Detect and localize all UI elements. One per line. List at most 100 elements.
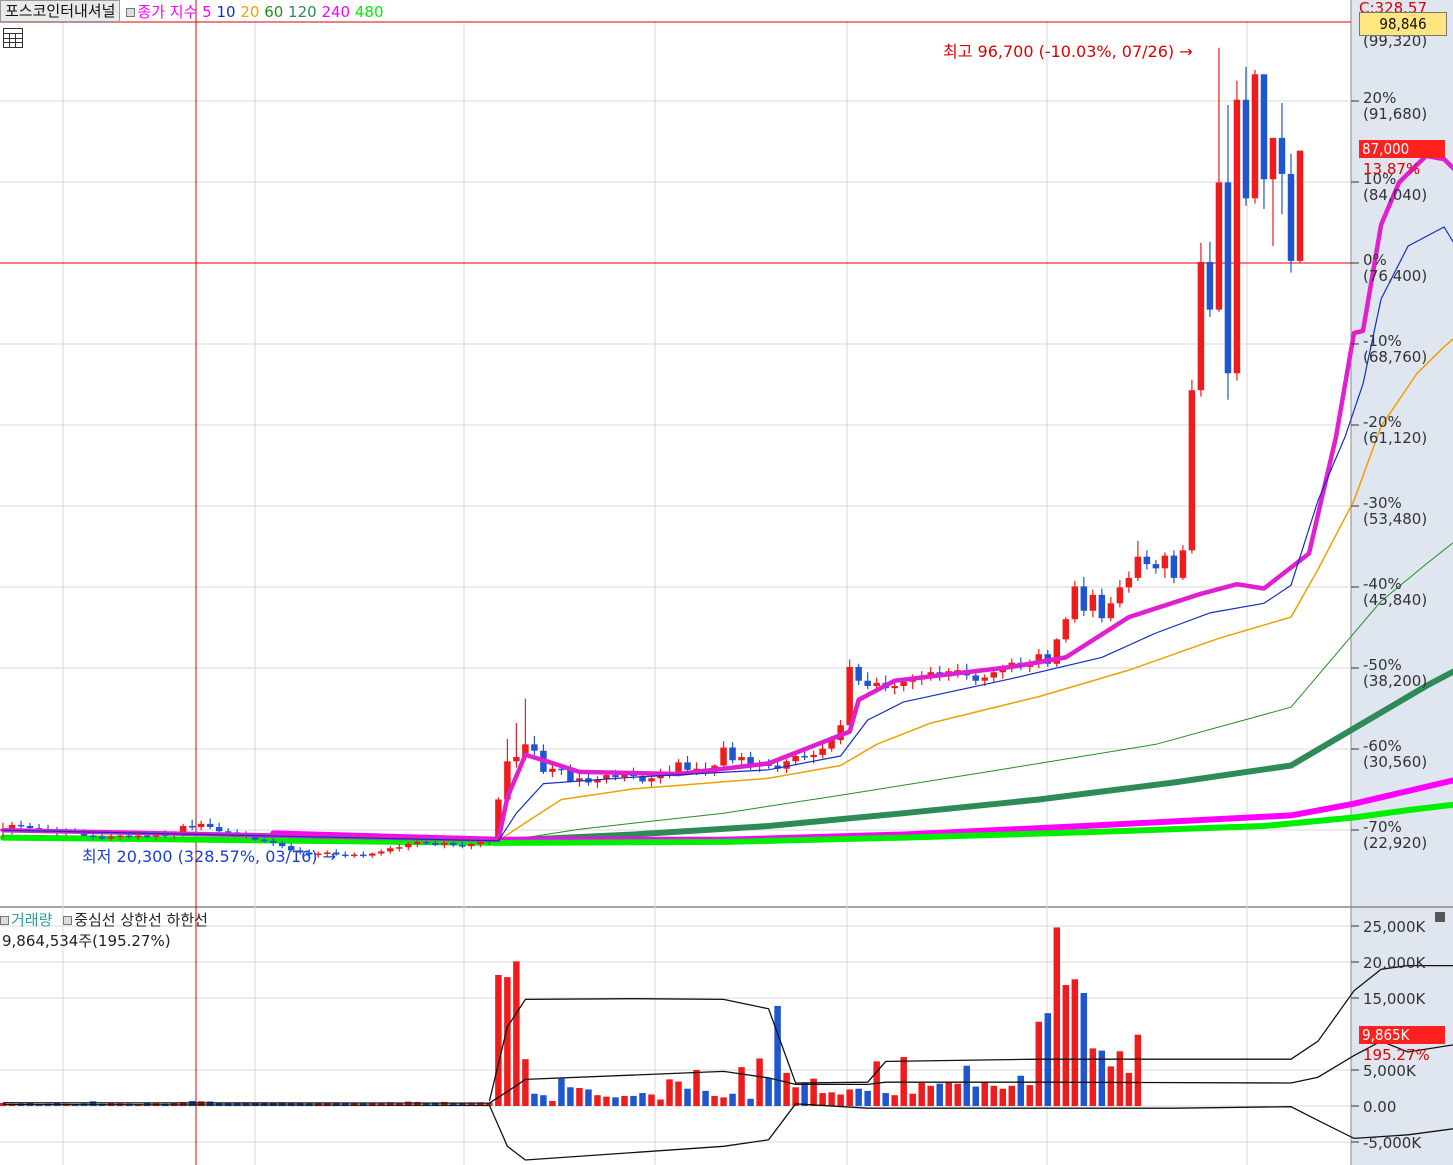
candle-body — [1161, 555, 1169, 569]
candle-body — [612, 775, 619, 778]
band-upper-label[interactable]: 상한선 — [120, 911, 161, 929]
candle-body — [107, 836, 115, 839]
current-price-badge: 87,000 — [1359, 140, 1445, 158]
candle-body — [990, 672, 998, 678]
candle — [1116, 580, 1124, 608]
volume-bar — [1134, 1034, 1142, 1106]
volume-bar — [1071, 979, 1079, 1106]
candle — [585, 772, 592, 786]
candle-body — [1215, 182, 1223, 310]
price-tick-value: (30,560) — [1363, 753, 1427, 771]
volume-bar — [936, 1083, 943, 1106]
volume-bar — [1008, 1085, 1016, 1106]
candle — [1170, 550, 1178, 584]
ma-period-120[interactable]: 120 — [283, 3, 317, 21]
volume-bar — [765, 1077, 772, 1106]
ma-period-60[interactable]: 60 — [259, 3, 283, 21]
volume-bar — [702, 1090, 709, 1106]
volume-panel-header: 거래량 중심선 상한선 하한선 — [0, 909, 208, 930]
volume-bar — [576, 1088, 583, 1106]
ma-legend[interactable]: 종가 지수 5 10 20 60 120 240 480 — [126, 1, 384, 22]
price-tick-value: (91,680) — [1363, 105, 1427, 123]
candle-body — [855, 666, 862, 681]
volume-bar — [630, 1095, 637, 1106]
candle — [729, 742, 736, 764]
table-icon[interactable] — [3, 28, 23, 48]
volume-bar — [972, 1086, 979, 1106]
ma-period-10[interactable]: 10 — [212, 3, 235, 21]
ma-periods: 5 10 20 60 120 240 480 — [202, 3, 383, 21]
candle-body — [125, 835, 133, 838]
candle-body — [1260, 74, 1268, 180]
volume-bar — [1107, 1066, 1115, 1106]
candle — [396, 843, 403, 852]
volume-bar — [675, 1081, 682, 1106]
price-tick-value: (61,120) — [1363, 429, 1427, 447]
candle — [387, 846, 394, 854]
candle — [197, 820, 205, 831]
candle — [1224, 105, 1232, 400]
candle-body — [1125, 577, 1133, 588]
candle-body — [441, 842, 448, 846]
candle — [1269, 137, 1277, 247]
volume-tick-label: 20,000K — [1363, 954, 1426, 972]
candle — [513, 723, 520, 768]
candle — [1188, 379, 1196, 554]
candle-body — [864, 680, 871, 687]
volume-bands — [2, 964, 1453, 1161]
candle-body — [1242, 99, 1250, 199]
volume-tick-label: 25,000K — [1363, 918, 1426, 936]
candle — [342, 851, 349, 858]
volume-title[interactable]: 거래량 — [11, 911, 52, 929]
candle — [1143, 550, 1151, 570]
candle-body — [729, 747, 736, 761]
price-tick-value: (22,920) — [1363, 834, 1427, 852]
candle-body — [269, 840, 277, 843]
candle-body — [900, 681, 907, 687]
volume-bar — [882, 1093, 889, 1106]
stock-chart[interactable]: 20%(91,680)10%(84,040)0%(76,400)-10%(68,… — [0, 0, 1453, 1165]
volume-bar — [567, 1087, 574, 1106]
volume-bar — [1089, 1048, 1097, 1106]
volume-bar — [1017, 1075, 1025, 1106]
candle-body — [1071, 586, 1079, 620]
band-lower-label[interactable]: 하한선 — [167, 911, 208, 929]
candle — [855, 663, 862, 685]
candle — [1260, 74, 1268, 209]
ma-period-240[interactable]: 240 — [317, 3, 350, 21]
volume-bar — [711, 1095, 718, 1106]
volume-bar — [504, 977, 511, 1106]
candle-body — [675, 762, 682, 772]
last-value-badge: 98,846 — [1359, 12, 1447, 36]
volume-bar — [981, 1081, 988, 1106]
ma-period-5[interactable]: 5 — [202, 3, 212, 21]
ma-square-icon — [126, 7, 136, 17]
volume-bar — [828, 1092, 835, 1106]
candle — [1089, 589, 1097, 618]
volume-bar — [738, 1067, 745, 1106]
volume-bar — [801, 1082, 808, 1106]
candle — [351, 852, 358, 858]
ma-period-20[interactable]: 20 — [236, 3, 259, 21]
high-annotation: 최고 96,700 (-10.03%, 07/26) → — [943, 42, 1193, 61]
candle-body — [387, 848, 394, 852]
candle-body — [1062, 619, 1070, 640]
candle-body — [188, 825, 196, 828]
volume-bar — [540, 1095, 547, 1106]
volume-bar — [1080, 992, 1088, 1106]
candle-body — [342, 854, 349, 857]
band-center-label[interactable]: 중심선 — [74, 911, 115, 929]
volume-bar — [999, 1088, 1007, 1106]
candle-body — [1206, 261, 1214, 310]
volume-bar — [945, 1082, 952, 1106]
candle-body — [278, 842, 286, 847]
candle-body — [1197, 261, 1205, 391]
stock-name-button[interactable]: 포스코인터내셔널 — [0, 0, 121, 22]
candle — [378, 849, 385, 856]
volume-bar — [666, 1079, 673, 1106]
volume-bar — [900, 1057, 907, 1106]
band-square-icon — [63, 916, 73, 925]
candle-body — [396, 847, 403, 849]
ma-period-480[interactable]: 480 — [350, 3, 384, 21]
volume-bar — [684, 1088, 691, 1106]
